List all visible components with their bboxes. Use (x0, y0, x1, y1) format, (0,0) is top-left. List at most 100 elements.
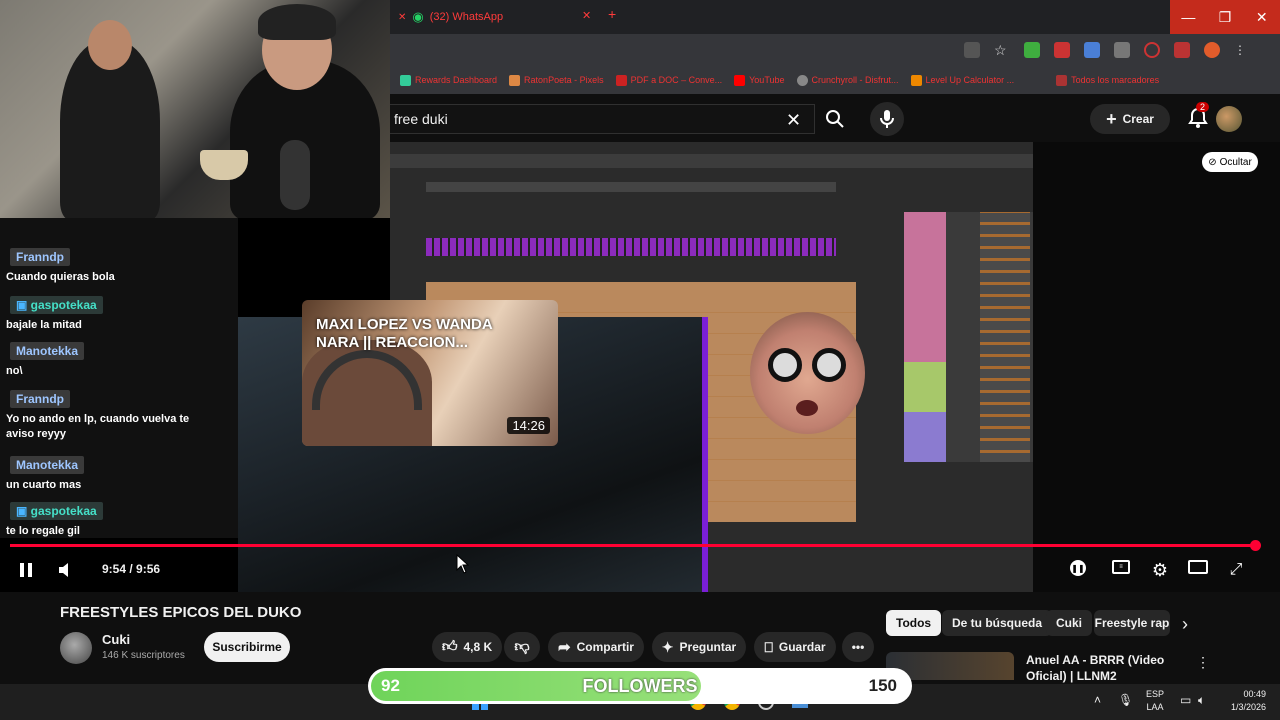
translate-icon[interactable] (1084, 42, 1100, 58)
fullscreen-button[interactable]: ⤢ (1226, 560, 1246, 580)
subscriber-count: 146 K suscriptores (102, 650, 185, 661)
video-player[interactable]: ⊘ Ocultar Franndp Cuando quieras bola ▣ … (0, 0, 1280, 592)
video-letterbox (1033, 142, 1280, 592)
subscribe-button[interactable]: Suscribirme (204, 632, 290, 662)
plus-icon: + (1106, 108, 1117, 129)
daw-mixer (904, 212, 1033, 462)
microphone-icon (880, 110, 894, 128)
bookmark-all[interactable]: Todos los marcadores (1056, 74, 1159, 86)
voice-search-button[interactable] (870, 102, 904, 136)
extension-doc-icon[interactable] (1114, 42, 1130, 58)
theater-mode-button[interactable] (1188, 560, 1208, 574)
chip-freestyle-rap[interactable]: Freestyle rap (1094, 610, 1170, 636)
bookmark-crunchyroll[interactable]: Crunchyroll - Disfrut... (796, 74, 899, 86)
person-right-hair (258, 4, 336, 40)
extension-red-icon[interactable] (1054, 42, 1070, 58)
bookmark-ratonpoeta[interactable]: RatonPoeta - Pixels (509, 74, 604, 86)
autoplay-toggle[interactable]: ❚❚ (1070, 560, 1086, 576)
chat-user: Franndp (10, 248, 70, 266)
system-clock[interactable]: 00:49 1/3/2026 (1224, 688, 1266, 714)
ask-button[interactable]: ✦ Preguntar (652, 632, 746, 662)
chip-cuki[interactable]: Cuki (1046, 610, 1093, 636)
search-button[interactable] (820, 104, 850, 134)
tab-close-icon[interactable]: ✕ (582, 9, 591, 22)
clear-search-icon[interactable]: ✕ (786, 110, 801, 131)
share-button[interactable]: ➦ Compartir (548, 632, 644, 662)
tab-whatsapp[interactable]: ✕ ◉ (32) WhatsApp (398, 6, 598, 28)
bookmark-youtube[interactable]: YouTube (734, 74, 785, 86)
avatar[interactable] (1216, 106, 1242, 132)
bookmark-levelup[interactable]: Level Up Calculator ... (910, 74, 1014, 86)
like-button[interactable]: 👍︎ 4,8 K (432, 632, 502, 662)
tray-chevron-icon[interactable]: ˄ (1094, 693, 1101, 707)
create-button[interactable]: + Crear (1090, 104, 1170, 134)
dislike-button[interactable]: 👎︎ (504, 632, 540, 662)
search-query: free duki (394, 111, 448, 127)
whatsapp-icon: ◉ (412, 9, 424, 24)
save-button[interactable]: ⎕ Guardar (754, 632, 836, 662)
restore-icon[interactable]: ❐ (1207, 0, 1244, 34)
star-icon[interactable]: ☆ (994, 42, 1010, 58)
chat-overlay: Franndp Cuando quieras bola ▣ gaspotekaa… (0, 218, 238, 538)
close-window-icon[interactable]: ✕ (1243, 0, 1280, 34)
cast-icon[interactable] (964, 42, 980, 58)
search-input[interactable]: free duki (390, 104, 815, 134)
network-icon[interactable]: ▭ (1180, 693, 1191, 707)
person-left-head (88, 20, 132, 70)
new-tab-icon[interactable]: + (608, 6, 616, 22)
close-icon[interactable]: ✕ (398, 12, 406, 23)
daw-toolbar (390, 154, 1033, 168)
sparkle-icon: ✦ (661, 638, 674, 655)
language-indicator[interactable]: ESP LAA (1146, 688, 1164, 714)
chip-de-tu-busqueda[interactable]: De tu búsqueda (942, 610, 1053, 636)
minimize-icon[interactable]: — (1170, 0, 1207, 34)
end-screen-thumbnail[interactable]: MAXI LOPEZ VS WANDA NARA || REACCION... … (302, 300, 558, 446)
video-details: FREESTYLES EPICOS DEL DUKO Cuki 146 K su… (0, 592, 1280, 683)
microphone-tray-icon[interactable]: 🎙︎ (1118, 693, 1133, 707)
thumbs-up-icon: 👍︎ (441, 638, 458, 655)
pdf-icon (615, 74, 627, 86)
extensions-puzzle-icon[interactable] (1174, 42, 1190, 58)
recommended-title[interactable]: Anuel AA - BRRR (Video Oficial) | LLNM2 (1026, 652, 1196, 684)
chat-message: te lo regale gil (6, 525, 80, 537)
youtube-icon (734, 74, 746, 86)
extension-green-icon[interactable] (1024, 42, 1040, 58)
followers-label: FOLLOWERS (582, 676, 698, 696)
more-actions-button[interactable]: ••• (842, 632, 874, 662)
rewards-icon (400, 74, 411, 86)
daw-ruler (426, 182, 836, 192)
chip-todos[interactable]: Todos (886, 610, 942, 636)
chevron-right-icon[interactable]: › (1182, 614, 1188, 635)
channel-avatar[interactable] (60, 632, 92, 664)
chat-user: Franndp (10, 390, 70, 408)
daw-track-purple (426, 238, 836, 256)
settings-button[interactable]: ⚙ (1150, 560, 1170, 580)
profile-icon[interactable] (1204, 42, 1220, 58)
channel-name[interactable]: Cuki (102, 632, 130, 647)
mouth (796, 400, 818, 416)
chat-message: un cuarto mas (6, 479, 82, 491)
bookmark-pdf[interactable]: PDF a DOC – Conve... (615, 74, 722, 86)
more-vert-icon[interactable]: ⋮ (1196, 654, 1210, 671)
chat-message: Yo no ando en lp, cuando vuelva te aviso… (6, 413, 190, 440)
share-icon: ➦ (558, 639, 571, 656)
bookmark-rewards[interactable]: Rewards Dashboard (400, 74, 497, 86)
thumbs-down-icon: 👎︎ (514, 638, 530, 655)
followers-goal-bar: 92 FOLLOWERS 150 (368, 668, 912, 704)
mixer-meters (980, 212, 1030, 462)
progress-scrubber[interactable] (1250, 540, 1261, 551)
speaker-icon[interactable]: 🔈︎ (1198, 693, 1205, 708)
pause-button[interactable] (16, 560, 36, 580)
hide-button[interactable]: ⊘ Ocultar (1202, 152, 1258, 172)
glasses-right (812, 348, 846, 382)
menu-dots-icon[interactable]: ⋮ (1234, 42, 1250, 58)
extension-ring-icon[interactable] (1144, 42, 1160, 58)
window-controls: — ❐ ✕ (1170, 0, 1280, 34)
badge-icon: ▣ (16, 298, 31, 312)
progress-bar[interactable] (10, 544, 1252, 547)
bookmarks-bar: Rewards Dashboard RatonPoeta - Pixels PD… (390, 66, 1280, 94)
extension-icons: ☆ ⋮ (964, 42, 1250, 58)
volume-button[interactable] (56, 560, 76, 580)
subtitles-button[interactable]: ≡ (1112, 560, 1130, 574)
chat-message: no\ (6, 365, 23, 377)
